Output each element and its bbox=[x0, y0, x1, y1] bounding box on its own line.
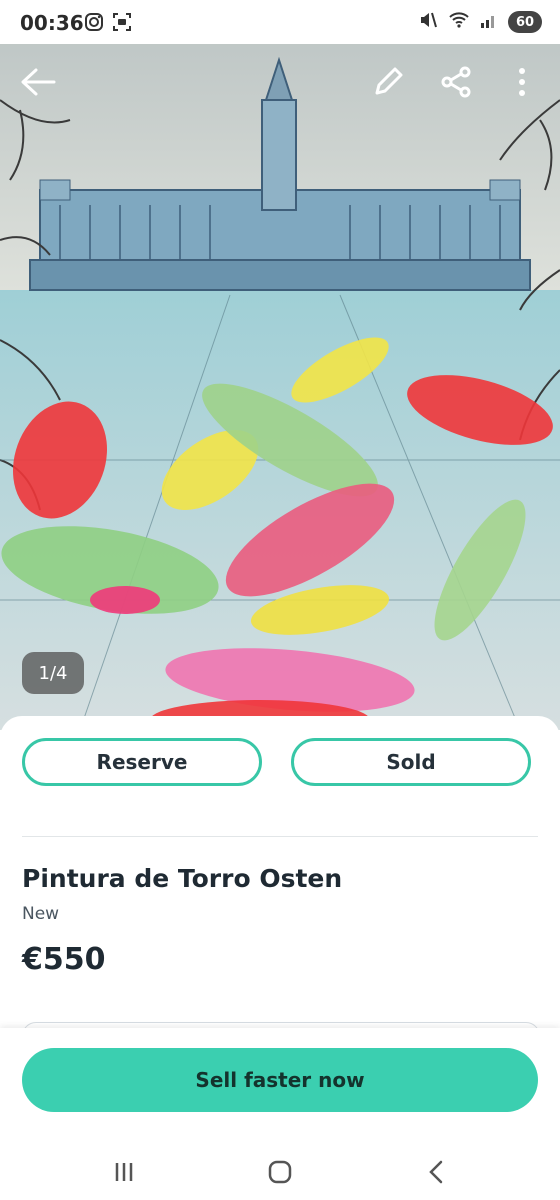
listing-price: €550 bbox=[22, 942, 106, 977]
status-time: 00:36 bbox=[20, 11, 84, 35]
status-icons-right: 60 bbox=[418, 10, 542, 34]
battery-indicator: 60 bbox=[508, 11, 542, 33]
wifi-icon bbox=[448, 10, 470, 34]
home-icon[interactable] bbox=[260, 1152, 300, 1192]
system-navigation-bar bbox=[0, 1140, 560, 1200]
image-counter: 1/4 bbox=[22, 652, 84, 694]
status-bar: 00:36 60 bbox=[0, 0, 560, 44]
recents-icon[interactable] bbox=[104, 1152, 144, 1192]
screenshot-icon bbox=[112, 12, 132, 36]
reserve-button[interactable]: Reserve bbox=[22, 738, 262, 786]
back-arrow-icon[interactable] bbox=[16, 60, 60, 104]
listing-condition: New bbox=[22, 904, 60, 924]
mute-icon bbox=[418, 10, 438, 34]
instagram-icon bbox=[84, 12, 104, 36]
share-icon[interactable] bbox=[434, 60, 478, 104]
listing-details-sheet: Reserve Sold Pintura de Torro Osten New … bbox=[0, 716, 560, 1054]
product-image-carousel[interactable]: 1/4 bbox=[0, 40, 560, 730]
painting-image bbox=[0, 40, 560, 730]
divider bbox=[22, 836, 538, 837]
sold-button[interactable]: Sold bbox=[291, 738, 531, 786]
back-icon[interactable] bbox=[416, 1152, 456, 1192]
listing-title: Pintura de Torro Osten bbox=[22, 864, 343, 893]
pencil-icon[interactable] bbox=[366, 60, 410, 104]
more-vertical-icon[interactable] bbox=[500, 60, 544, 104]
cta-container: Sell faster now bbox=[0, 1028, 560, 1140]
status-icons-left bbox=[84, 12, 132, 36]
sell-faster-button[interactable]: Sell faster now bbox=[22, 1048, 538, 1112]
signal-icon bbox=[480, 10, 498, 34]
